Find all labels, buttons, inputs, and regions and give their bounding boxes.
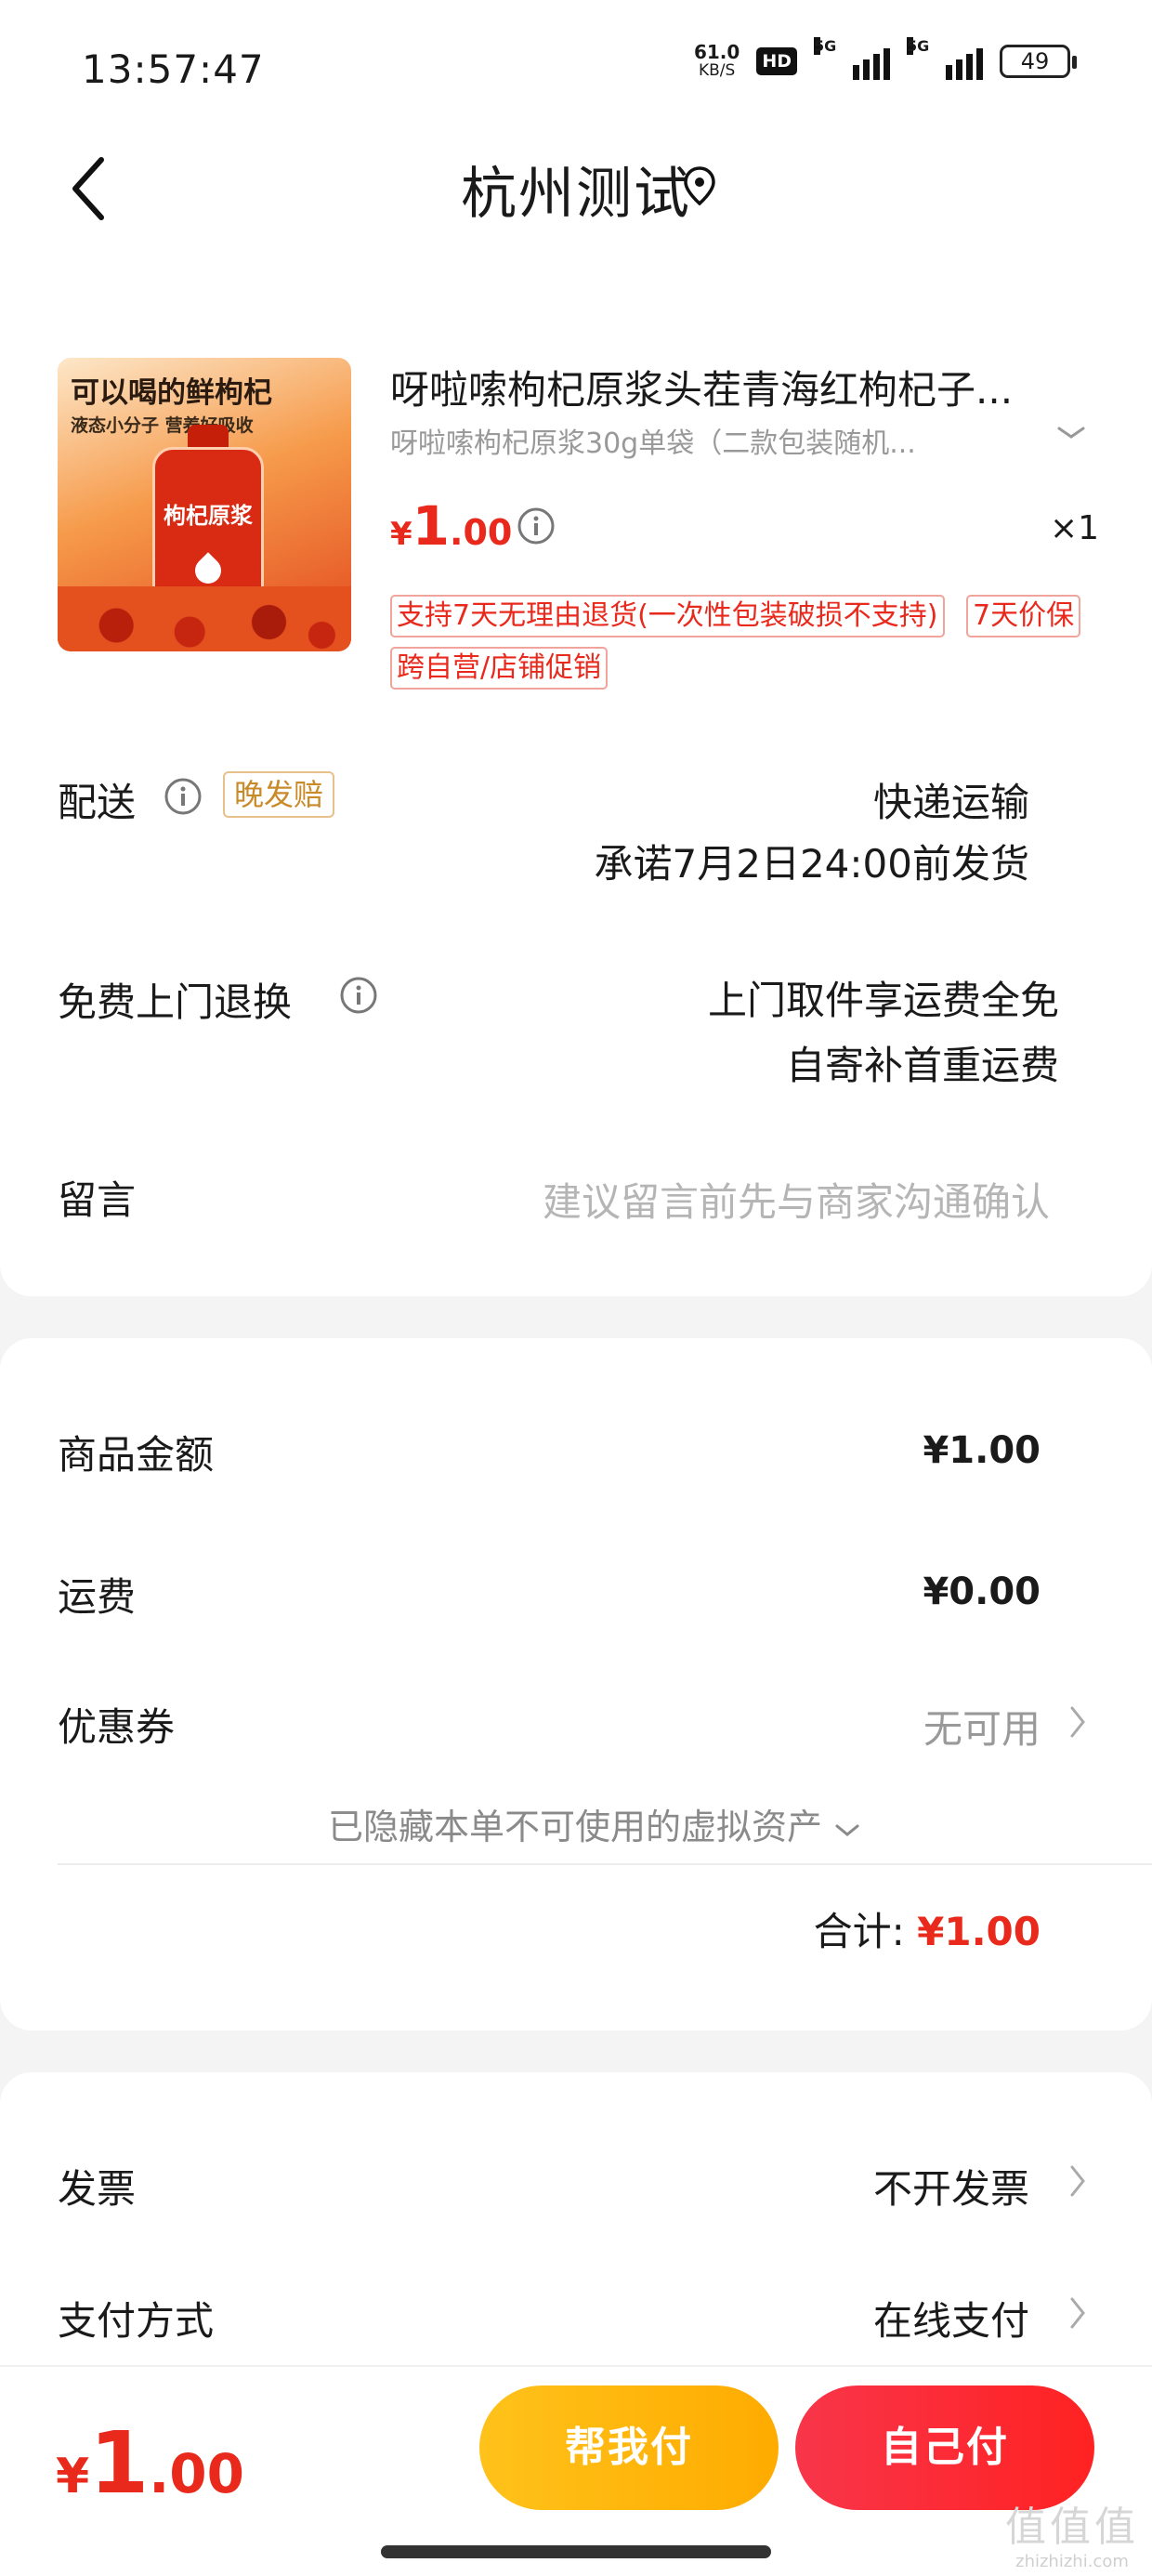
order-total: 合计: ¥1.00 [813,1909,1041,1954]
quantity: ×1 [1050,509,1100,547]
chevron-right-icon[interactable] [1068,2295,1087,2331]
coupon-label: 优惠券 [58,1704,176,1750]
chevron-right-icon[interactable] [1068,1704,1087,1740]
hd-icon: HD [756,47,797,75]
goods-amount-label: 商品金额 [58,1432,215,1478]
delivery-method[interactable]: 快递运输 [873,771,1029,828]
payment-method-label: 支付方式 [58,2298,215,2344]
message-input[interactable]: 建议留言前先与商家沟通确认 [543,1171,1050,1228]
signal-icon: 5G [814,37,890,80]
delivery-label: 配送 [58,780,137,825]
pay-myself-button[interactable]: 自己付 [795,2385,1094,2510]
page-title: 杭州测试 [461,162,691,227]
status-indicators: 61.0 KB/S HD 5G 5G 49 [693,37,1077,80]
product-price: ¥1.00 [390,494,513,558]
signal-icon-2: 5G [907,37,983,80]
info-icon[interactable] [339,976,378,1015]
divider [58,1863,1152,1865]
header: 杭州测试 [0,130,1152,251]
battery-icon: 49 [1000,45,1077,78]
hidden-assets-toggle[interactable]: 已隐藏本单不可使用的虚拟资产 [0,1798,1152,1849]
coupon-value[interactable]: 无可用 [923,1698,1041,1755]
watermark: 值值值 zhizhizhi.com [1005,2504,1139,2572]
chevron-down-icon [835,1824,859,1836]
return-service-line1: 上门取件享运费全免 [707,978,1059,1023]
delivery-promise: 承诺7月2日24:00前发货 [594,841,1029,887]
invoice-label: 发票 [58,2166,137,2212]
tag-price-protect: 7天价保 [966,595,1081,637]
tag-return-policy: 支持7天无理由退货(一次性包装破损不支持) [390,595,945,637]
invoice-value[interactable]: 不开发票 [873,2158,1029,2215]
tag-promotion: 跨自营/店铺促销 [390,647,609,690]
checkout-bar: ¥1.00 帮我付 自己付 [0,2365,1152,2576]
chevron-right-icon[interactable] [1068,2163,1087,2199]
status-time: 13:57:47 [82,46,265,92]
checkout-total: ¥1.00 [56,2413,244,2513]
home-indicator[interactable] [381,2545,771,2558]
info-icon[interactable] [164,777,203,816]
chevron-down-icon[interactable] [1055,424,1087,442]
location-pin-icon[interactable] [683,165,716,206]
network-speed: 61.0 KB/S [693,41,740,80]
info-icon[interactable] [517,506,556,545]
price-summary-card: 商品金额 ¥1.00 运费 ¥0.00 优惠券 无可用 已隐藏本单不可使用的虚拟… [0,1338,1152,2031]
late-compensation-badge: 晚发赔 [223,771,335,818]
shipping-value: ¥0.00 [923,1571,1041,1613]
help-me-pay-button[interactable]: 帮我付 [479,2385,779,2510]
return-service-line2: 自寄补首重运费 [785,1043,1059,1088]
product-spec[interactable]: 呀啦嗦枸杞原浆30g单袋（二款包装随机... [390,420,994,461]
shipping-label: 运费 [58,1574,137,1620]
product-title[interactable]: 呀啦嗦枸杞原浆头茬青海红枸杞子... [390,359,1078,415]
message-label: 留言 [58,1177,137,1223]
goods-amount-value: ¥1.00 [923,1429,1041,1472]
return-service-label: 免费上门退换 [58,979,293,1025]
status-bar: 13:57:47 61.0 KB/S HD 5G 5G 49 [0,0,1152,130]
order-item-card: 可以喝的鲜枸杞 液态小分子 营养好吸收 枸杞原浆 呀啦嗦枸杞原浆头茬青海红枸杞子… [0,251,1152,1296]
payment-method-value[interactable]: 在线支付 [873,2290,1029,2346]
product-image[interactable]: 可以喝的鲜枸杞 液态小分子 营养好吸收 枸杞原浆 [58,358,351,651]
